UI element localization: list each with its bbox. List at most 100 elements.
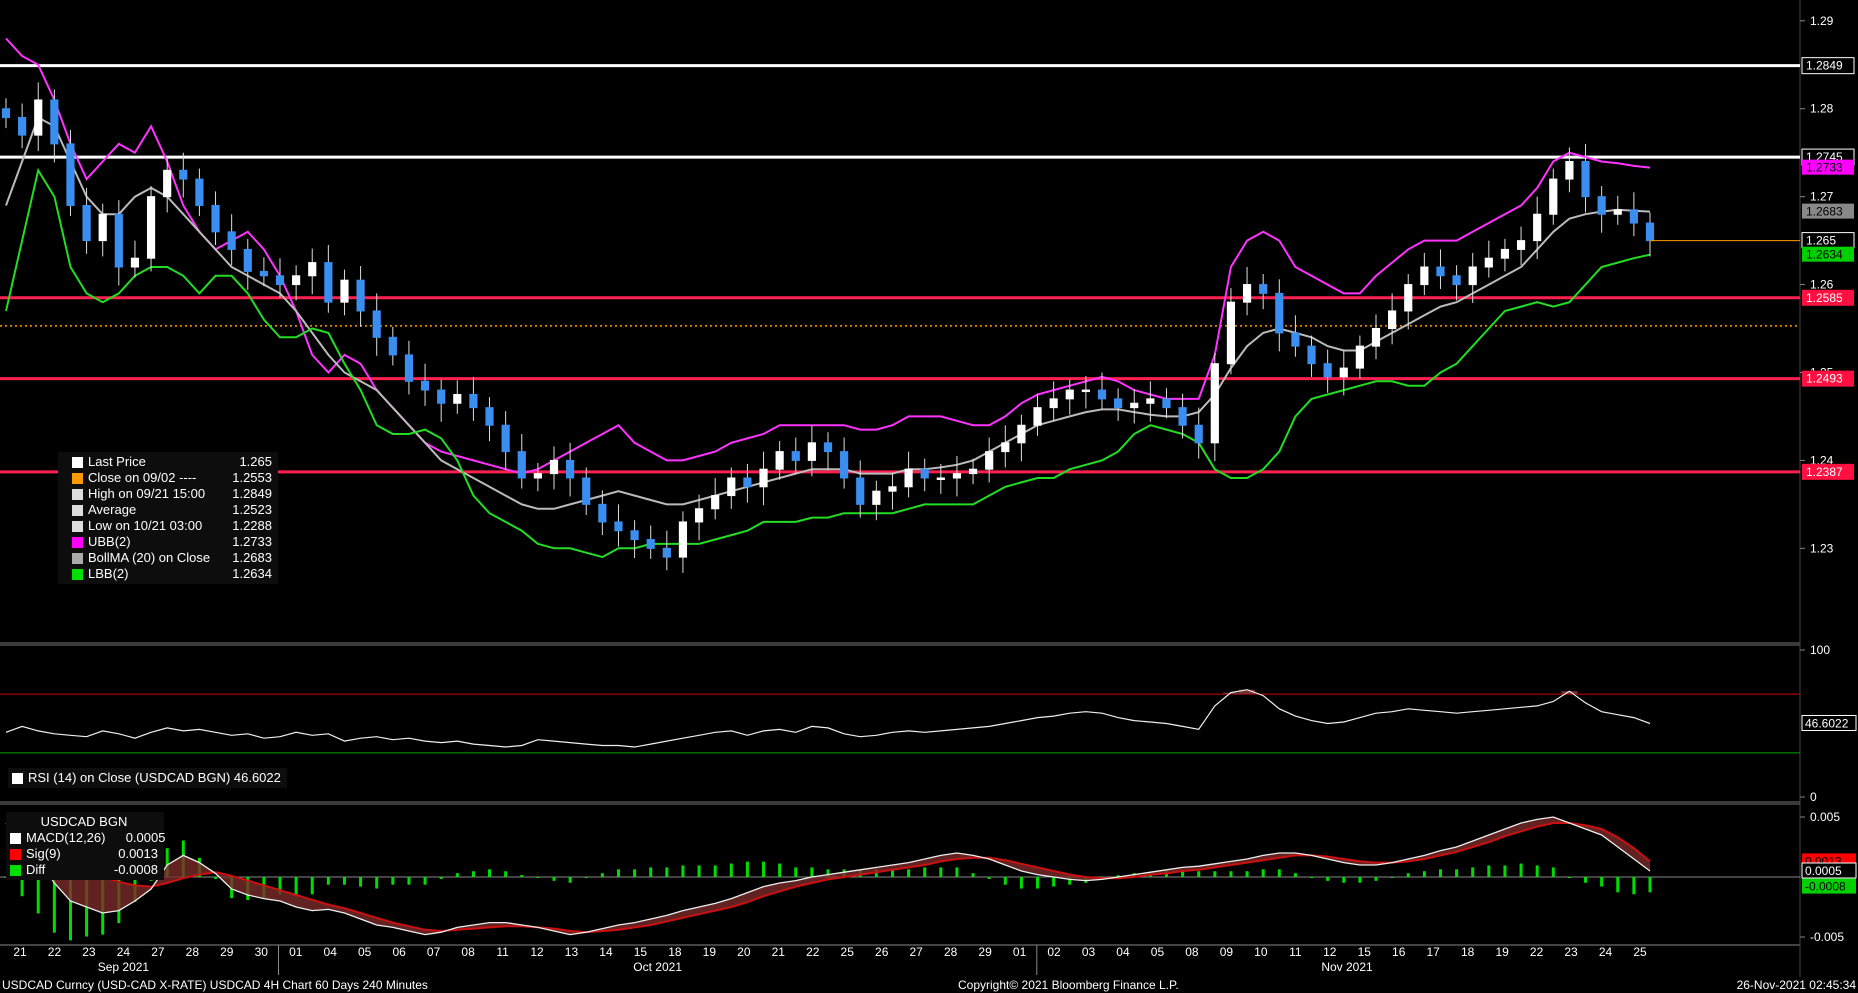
legend-label: Diff xyxy=(26,862,46,877)
macd-histogram-bar xyxy=(1503,865,1507,877)
candle-body xyxy=(727,477,736,497)
macd-histogram-bar xyxy=(1293,873,1297,877)
candle-body xyxy=(807,442,816,461)
macd-histogram-bar xyxy=(745,861,749,877)
date-tick-label: 15 xyxy=(1358,945,1372,959)
date-tick-label: 22 xyxy=(806,945,820,959)
legend-value: 1.2683 xyxy=(232,550,272,565)
macd-histogram-bar xyxy=(665,867,669,877)
legend-value: 1.2288 xyxy=(232,518,272,533)
legend-value: 1.2733 xyxy=(232,534,272,549)
date-tick-label: 16 xyxy=(1392,945,1406,959)
macd-histogram-bar xyxy=(342,877,346,885)
macd-histogram-bar xyxy=(1052,877,1056,887)
macd-histogram-bar xyxy=(1197,871,1201,877)
candle-body xyxy=(404,354,414,382)
level-label: 1.2585 xyxy=(1806,291,1843,305)
legend-row: LBB(2) 1.2634 xyxy=(72,566,272,582)
axis-marker-label: 1.2683 xyxy=(1806,205,1843,219)
macd-histogram-bar xyxy=(310,877,314,895)
macd-histogram-bar xyxy=(568,877,572,883)
date-tick-label: 28 xyxy=(944,945,958,959)
macd-histogram-bar xyxy=(1342,877,1346,883)
candle-body xyxy=(1645,222,1655,242)
macd-histogram-bar xyxy=(778,863,782,877)
macd-histogram-bar xyxy=(1648,877,1652,893)
candle-body xyxy=(1613,209,1622,215)
date-tick-label: 24 xyxy=(1599,945,1613,959)
macd-histogram-bar xyxy=(762,861,766,877)
candle-body xyxy=(356,279,365,312)
candle-body xyxy=(388,336,397,356)
candle-body xyxy=(211,204,220,233)
legend-row: Last Price 1.265 xyxy=(72,454,272,470)
candle-body xyxy=(678,521,688,558)
macd-histogram-bar xyxy=(1471,867,1475,877)
macd-histogram-bar xyxy=(1632,877,1636,895)
date-tick-label: 24 xyxy=(117,945,131,959)
candle-body xyxy=(1516,240,1526,250)
candle-body xyxy=(856,477,865,505)
legend-value: 1.2553 xyxy=(232,470,272,485)
candle-body xyxy=(1549,178,1558,215)
candle-body xyxy=(372,310,381,338)
macd-histogram-bar xyxy=(907,869,911,877)
rsi-legend-label: RSI (14) on Close (USDCAD BGN) 46.6022 xyxy=(28,770,281,785)
legend-row: Sig(9) 0.0013 xyxy=(10,846,158,862)
date-tick-label: 21 xyxy=(772,945,786,959)
macd-histogram-bar xyxy=(1003,877,1007,885)
legend-row: High on 09/21 15:00 1.2849 xyxy=(72,486,272,502)
candle-body xyxy=(1533,213,1542,242)
legend-value: -0.0008 xyxy=(113,862,158,877)
date-tick-label: 22 xyxy=(48,945,62,959)
legend-swatch xyxy=(10,832,21,844)
date-tick-label: 22 xyxy=(1530,945,1544,959)
date-tick-label: 03 xyxy=(1082,945,1096,959)
candle-body xyxy=(1081,389,1090,393)
macd-histogram-bar xyxy=(1535,865,1539,877)
date-tick-label: 26 xyxy=(875,945,889,959)
candle-body xyxy=(114,213,123,268)
macd-histogram-bar xyxy=(375,877,379,889)
macd-histogram-bar xyxy=(1406,873,1410,877)
month-label: Sep 2021 xyxy=(98,960,150,974)
legend-value: 1.2634 xyxy=(232,566,272,581)
candle-body xyxy=(1097,389,1107,400)
date-tick-label: 27 xyxy=(909,945,923,959)
date-tick-label: 12 xyxy=(1323,945,1337,959)
macd-histogram-bar xyxy=(1213,871,1217,877)
macd-histogram-bar xyxy=(633,869,637,877)
date-tick-label: 04 xyxy=(1116,945,1130,959)
candle-body xyxy=(469,393,478,409)
macd-histogram-bar xyxy=(391,877,395,885)
date-tick-label: 19 xyxy=(703,945,717,959)
candle-body xyxy=(1178,407,1187,426)
rsi-line xyxy=(5,689,1651,748)
candle-body xyxy=(82,204,91,242)
legend-label: BollMA (20) on Close xyxy=(88,550,211,565)
macd-legend: USDCAD BGN MACD(12,26) 0.0005 Sig(9) 0.0013… xyxy=(6,812,165,880)
macd-histogram-bar xyxy=(1229,871,1233,877)
candle-body xyxy=(1033,407,1042,426)
macd-histogram-bar xyxy=(955,867,959,877)
macd-marker-label: -0.0008 xyxy=(1805,880,1846,894)
macd-histogram-bar xyxy=(326,877,330,885)
candle-body xyxy=(952,473,962,479)
macd-histogram-bar xyxy=(1584,877,1588,883)
candle-body xyxy=(34,99,43,136)
date-tick-label: 25 xyxy=(841,945,855,959)
macd-histogram-bar xyxy=(600,873,604,877)
macd-histogram-bar xyxy=(1600,877,1604,887)
axis-marker-label: 1.2733 xyxy=(1806,161,1843,175)
macd-histogram-bar xyxy=(987,877,991,879)
date-tick-label: 14 xyxy=(599,945,613,959)
date-tick-label: 29 xyxy=(220,945,234,959)
date-tick-label: 21 xyxy=(13,945,27,959)
legend-row: MACD(12,26) 0.0005 xyxy=(10,830,165,846)
candle-body xyxy=(1146,398,1155,404)
macd-histogram-bar xyxy=(1245,871,1249,877)
rsi-swatch xyxy=(12,772,23,784)
macd-histogram-bar xyxy=(1616,877,1620,893)
candle-body xyxy=(130,257,140,268)
date-tick-label: 18 xyxy=(668,945,682,959)
